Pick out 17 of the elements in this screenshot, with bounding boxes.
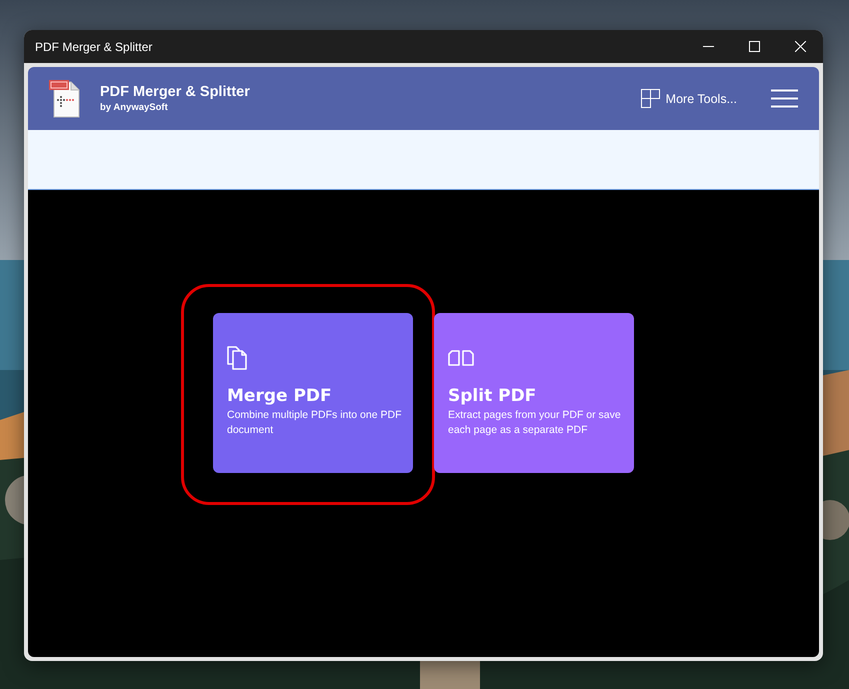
tool-card[interactable]: Merge PDF Combine multiple PDFs into one PDF document xyxy=(213,313,413,473)
tool-card[interactable]: Split PDF Extract pages from your PDF or save each page as a separate PDF xyxy=(434,313,634,473)
grid-icon xyxy=(640,89,660,108)
tool-description: Combine multiple PDFs into one PDF document xyxy=(227,408,402,438)
tool-title: Merge PDF xyxy=(227,386,333,406)
app-name: PDF Merger & Splitter xyxy=(100,84,251,100)
menu-icon xyxy=(771,89,798,108)
tool-description: Extract pages from your PDF or save each page as a separate PDF xyxy=(448,408,622,438)
pdf-file-icon xyxy=(47,78,81,118)
publisher-name: by AnywaySoft xyxy=(100,102,169,113)
window-title: PDF Merger & Splitter xyxy=(34,40,154,54)
close-icon[interactable] xyxy=(794,41,806,52)
split-pages-icon xyxy=(448,350,474,366)
more-tools-button[interactable]: More Tools... xyxy=(640,89,737,108)
maximize-icon[interactable] xyxy=(748,41,760,52)
tool-title: Split PDF xyxy=(448,386,538,406)
menu-button[interactable] xyxy=(771,89,798,108)
